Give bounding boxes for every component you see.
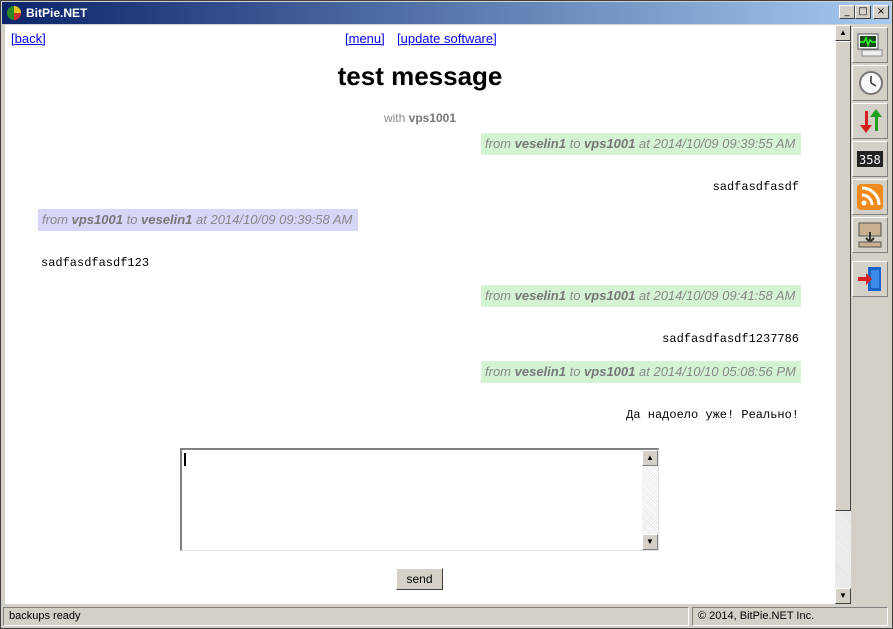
- restore-button[interactable]: [852, 217, 888, 253]
- recipient: veselin1: [141, 212, 193, 227]
- download-computer-icon: [858, 222, 882, 248]
- with-label: with: [383, 111, 406, 125]
- menu-link[interactable]: [menu]: [345, 31, 385, 46]
- at-label: at: [639, 288, 650, 303]
- exit-door-icon: [858, 267, 881, 291]
- sender: veselin1: [514, 364, 566, 379]
- timestamp: 2014/10/09 09:41:58 AM: [653, 288, 796, 303]
- message-page: [back] [menu] [update software] test mes…: [5, 25, 835, 604]
- send-button[interactable]: send: [396, 568, 443, 590]
- message-text: Да надоело уже! Реально!: [626, 408, 799, 422]
- status-bar: backups ready © 2014, BitPie.NET Inc.: [2, 606, 891, 627]
- message-text: sadfasdfasdf123: [41, 256, 150, 270]
- at-label: at: [639, 136, 650, 151]
- at-label: at: [196, 212, 207, 227]
- from-label: from: [485, 136, 511, 151]
- counter-button[interactable]: 358: [852, 141, 888, 177]
- from-label: from: [485, 288, 511, 303]
- bitpie-logo-icon: [6, 5, 22, 21]
- monitor-icon: [857, 33, 883, 57]
- message-input[interactable]: ▲ ▼: [180, 448, 659, 551]
- message-input-scrollbar[interactable]: ▲ ▼: [642, 450, 658, 550]
- sender: vps1001: [71, 212, 123, 227]
- message-text: sadfasdfasdf: [712, 180, 799, 194]
- rss-icon: [857, 184, 883, 210]
- maximize-button[interactable]: □: [855, 5, 871, 19]
- back-link[interactable]: [back]: [11, 31, 46, 46]
- scroll-down-arrow-icon[interactable]: ▼: [835, 588, 851, 604]
- clock-icon: [859, 71, 883, 95]
- conversation-partner: with vps1001: [5, 111, 835, 125]
- at-label: at: [639, 364, 650, 379]
- message-header: from vps1001 to veselin1 at 2014/10/09 0…: [38, 209, 358, 231]
- to-label: to: [126, 212, 138, 227]
- timestamp: 2014/10/09 09:39:58 AM: [210, 212, 353, 227]
- to-label: to: [569, 288, 581, 303]
- counter-icon: 358: [857, 151, 883, 167]
- page-title: test message: [337, 61, 503, 91]
- page-scrollbar[interactable]: ▲ ▼: [835, 25, 851, 604]
- recipient: vps1001: [584, 364, 636, 379]
- close-button[interactable]: ×: [873, 5, 889, 19]
- to-label: to: [569, 136, 581, 151]
- side-toolbar: 358: [851, 25, 890, 604]
- minimize-button[interactable]: _: [839, 5, 855, 19]
- exit-button[interactable]: [852, 261, 888, 297]
- title-bar[interactable]: BitPie.NET _ □ ×: [2, 2, 891, 24]
- to-label: to: [569, 364, 581, 379]
- partner-name: vps1001: [408, 111, 457, 125]
- sender: veselin1: [514, 136, 566, 151]
- text-caret: [184, 453, 186, 466]
- transfers-button[interactable]: [852, 103, 888, 139]
- from-label: from: [485, 364, 511, 379]
- recipient: vps1001: [584, 136, 636, 151]
- update-software-link[interactable]: [update software]: [397, 31, 497, 46]
- svg-text:358: 358: [859, 153, 881, 167]
- scroll-up-arrow-icon[interactable]: ▲: [835, 25, 851, 41]
- message-header: from veselin1 to vps1001 at 2014/10/10 0…: [481, 361, 801, 383]
- transfer-arrows-icon: [860, 109, 882, 133]
- scrollbar-thumb[interactable]: [835, 41, 851, 511]
- monitor-button[interactable]: [852, 27, 888, 63]
- sender: veselin1: [514, 288, 566, 303]
- message-header: from veselin1 to vps1001 at 2014/10/09 0…: [481, 285, 801, 307]
- history-button[interactable]: [852, 65, 888, 101]
- status-text: backups ready: [3, 607, 689, 626]
- timestamp: 2014/10/10 05:08:56 PM: [653, 364, 796, 379]
- rss-button[interactable]: [852, 179, 888, 215]
- from-label: from: [42, 212, 68, 227]
- message-header: from veselin1 to vps1001 at 2014/10/09 0…: [481, 133, 801, 155]
- window-title: BitPie.NET: [26, 6, 88, 20]
- timestamp: 2014/10/09 09:39:55 AM: [653, 136, 796, 151]
- app-window: BitPie.NET _ □ × [back] [menu] [update s…: [0, 0, 893, 629]
- recipient: vps1001: [584, 288, 636, 303]
- scroll-down-arrow-icon[interactable]: ▼: [642, 534, 658, 550]
- scroll-up-arrow-icon[interactable]: ▲: [642, 450, 658, 466]
- message-text: sadfasdfasdf1237786: [662, 332, 799, 346]
- copyright-text: © 2014, BitPie.NET Inc.: [692, 607, 888, 626]
